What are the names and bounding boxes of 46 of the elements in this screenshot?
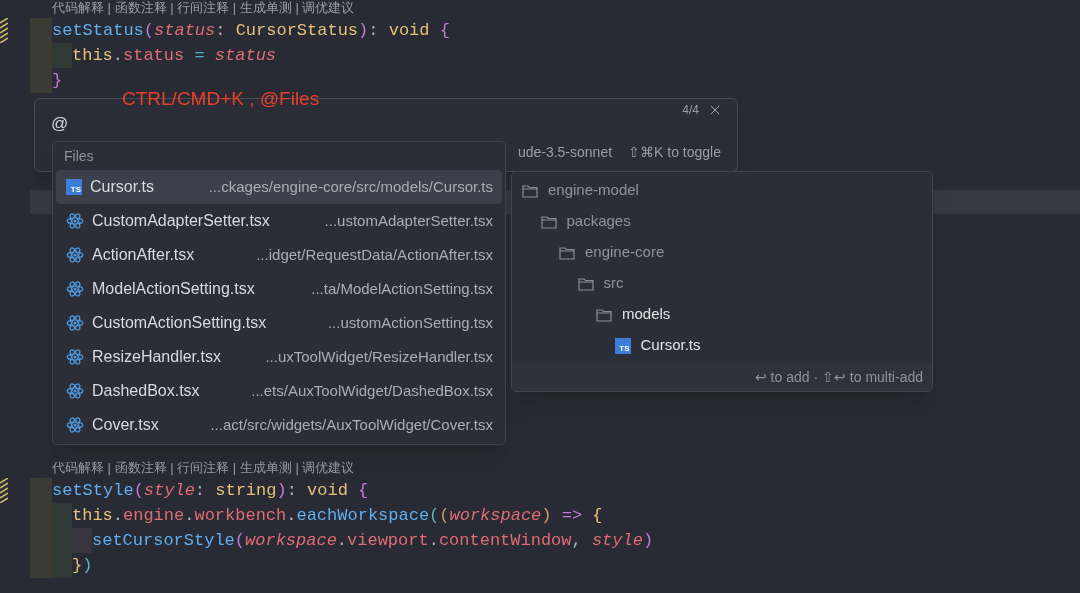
code-line: }	[52, 70, 63, 92]
atom-icon	[66, 314, 84, 332]
atom-icon	[66, 212, 84, 230]
code-line: setStyle(style: string): void {	[52, 480, 369, 502]
tree-item[interactable]: src	[512, 268, 932, 299]
typescript-file-icon: TS	[614, 337, 631, 354]
popup-footer-hint: ↩ to add · ⇧↩ to multi-add	[754, 367, 923, 387]
code-lens-actions[interactable]: 代码解释 | 函数注释 | 行间注释 | 生成单测 | 调优建议	[52, 458, 355, 478]
result-counter: 4/4	[682, 102, 699, 119]
file-item[interactable]: Cover.tsx ...act/src/widgets/AuxToolWidget/Cover.tsx	[56, 408, 502, 442]
change-marker	[0, 478, 8, 503]
folder-icon	[540, 214, 557, 229]
tree-item[interactable]: TS Cursor.ts	[512, 330, 932, 361]
code-line: this.engine.workbench.eachWorkspace((workspace) => {	[72, 505, 603, 527]
code-lens-actions[interactable]: 代码解释 | 函数注释 | 行间注释 | 生成单测 | 调优建议	[52, 0, 355, 18]
toggle-shortcut-hint: ⇧⌘K to toggle	[628, 143, 721, 162]
file-item[interactable]: ModelActionSetting.tsx ...ta/ModelActionSetting.tsx	[56, 272, 502, 306]
popup-title: Files	[64, 146, 94, 166]
code-line: setStatus(status: CursorStatus): void {	[52, 20, 450, 42]
folder-icon	[577, 276, 594, 291]
file-item[interactable]: ActionAfter.tsx ...idget/RequestData/ActionAfter.tsx	[56, 238, 502, 272]
change-marker	[0, 18, 8, 43]
file-item[interactable]: CustomAdapterSetter.tsx ...ustomAdapterSetter.tsx	[56, 204, 502, 238]
model-selector[interactable]: ude-3.5-sonnet	[517, 142, 613, 163]
atom-icon	[66, 348, 84, 366]
folder-icon	[522, 183, 538, 198]
atom-icon	[66, 382, 84, 400]
file-item[interactable]: ResizeHandler.tsx ...uxToolWidget/ResizeHandler.tsx	[56, 340, 502, 374]
code-line: this.status = status	[72, 45, 277, 67]
folder-icon	[596, 307, 612, 322]
typescript-file-icon: TS	[66, 179, 82, 195]
atom-icon	[66, 280, 84, 298]
file-item[interactable]: CustomActionSetting.tsx ...ustomActionSetting.tsx	[56, 306, 502, 340]
annotation-text: CTRL/CMD+K , @Files	[122, 87, 320, 111]
file-item[interactable]: TS Cursor.ts ...ckages/engine-core/src/models/Cursor.ts	[56, 170, 502, 204]
code-line: setCursorStyle(workspace.viewport.contentWindow, style)	[92, 530, 654, 552]
tree-item[interactable]: packages	[512, 206, 932, 237]
atom-icon	[66, 246, 84, 264]
tree-item[interactable]: models	[512, 299, 932, 330]
folder-icon	[559, 245, 575, 260]
file-item[interactable]: DashedBox.tsx ...ets/AuxToolWidget/DashedBox.tsx	[56, 374, 502, 408]
prompt-input[interactable]: @	[51, 111, 351, 137]
tree-item[interactable]: engine-core	[512, 237, 932, 268]
atom-icon	[66, 416, 84, 434]
code-line: })	[72, 555, 93, 577]
tree-item[interactable]: engine-model	[512, 175, 932, 206]
